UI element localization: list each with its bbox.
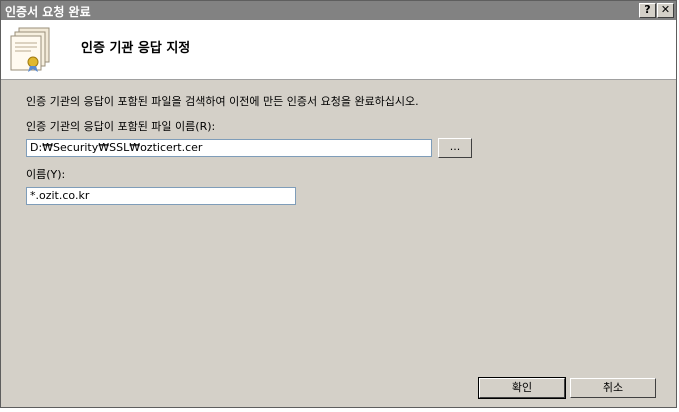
file-name-label: 인증 기관의 응답이 포함된 파일 이름(R):: [26, 120, 216, 133]
browse-button[interactable]: ...: [438, 138, 472, 158]
close-button[interactable]: ✕: [657, 3, 674, 18]
wizard-header: 인증 기관 응답 지정: [1, 20, 676, 80]
help-button[interactable]: ?: [639, 3, 656, 18]
description-text: 인증 기관의 응답이 포함된 파일을 검색하여 이전에 만든 인증서 요청을 완…: [26, 95, 419, 108]
friendly-name-input[interactable]: *.ozit.co.kr: [26, 187, 296, 205]
certificate-icon: [10, 27, 50, 72]
header-title: 인증 기관 응답 지정: [81, 41, 191, 56]
title-bar[interactable]: 인증서 요청 완료 ? ✕: [1, 1, 676, 20]
cancel-button[interactable]: 취소: [570, 378, 656, 398]
dialog-window: 인증서 요청 완료 ? ✕ 인증 기관 응답 지정 인증 기관의 응답이 포함된…: [0, 0, 677, 408]
file-path-input[interactable]: D:₩Security₩SSL₩ozticert.cer: [26, 139, 432, 157]
ok-button[interactable]: 확인: [478, 377, 566, 399]
window-title: 인증서 요청 완료: [5, 5, 91, 19]
friendly-name-label: 이름(Y):: [26, 168, 66, 181]
